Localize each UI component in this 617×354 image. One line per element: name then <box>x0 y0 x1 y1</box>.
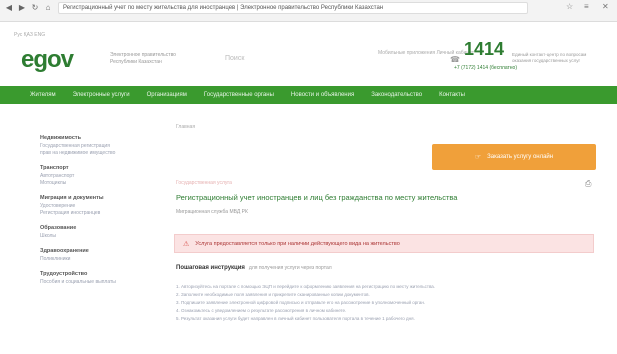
alert-text: Услуга предоставляется только при наличи… <box>195 240 400 247</box>
instruction-step: 4. Ознакомьтесь с уведомлением о результ… <box>176 308 347 313</box>
sidebar-group: Миграция и документы Удостоверение Регис… <box>40 195 150 217</box>
site-header: Рус ҚАЗ ENG Мобильные приложения Личный … <box>0 22 617 84</box>
sidebar-link[interactable]: Автотранспорт <box>40 173 150 180</box>
warning-alert: ⚠ Услуга предоставляется только при нали… <box>174 234 594 253</box>
instruction-step: 5. Результат оказания услуги будет напра… <box>176 316 415 321</box>
main-navigation: Жителям Электронные услуги Организациям … <box>0 86 617 104</box>
nav-item[interactable]: Контакты <box>439 92 465 98</box>
back-icon[interactable]: ◀ <box>4 3 14 13</box>
sidebar-link[interactable]: Удостоверение <box>40 203 150 210</box>
breadcrumb[interactable]: Главная <box>176 124 195 130</box>
sidebar-group: Образование Школы <box>40 225 150 240</box>
phone-icon: ☎ <box>450 55 460 64</box>
instruction-step: 1. Авторизуйтесь на портале с помощью ЭЦ… <box>176 284 436 289</box>
service-kicker: Государственная услуга <box>176 180 232 186</box>
star-icon[interactable]: ☆ <box>566 2 573 11</box>
order-service-label: Заказать услугу онлайн <box>487 154 554 160</box>
section-note: для получения услуги через портал <box>248 265 332 271</box>
sidebar-group-title[interactable]: Здравоохранение <box>40 248 150 254</box>
cursor-icon: ☞ <box>474 154 482 161</box>
section-heading: Пошаговая инструкция для получения услуги… <box>176 265 332 271</box>
egov-logo[interactable]: egov <box>21 46 74 74</box>
browser-toolbar: ◀ ▶ ↻ ⌂ Регистрационный учет по месту жи… <box>0 0 617 22</box>
sidebar-link[interactable]: Государственная регистрация <box>40 143 150 150</box>
service-provider: Миграционная служба МВД РК <box>176 209 248 215</box>
contact-center-number: 1414 <box>464 39 505 59</box>
site-tagline: Электронное правительство Республики Каз… <box>110 52 176 65</box>
address-bar[interactable]: Регистрационный учет по месту жительства… <box>58 2 528 14</box>
sidebar-group-title[interactable]: Миграция и документы <box>40 195 150 201</box>
sidebar-group-title[interactable]: Трудоустройство <box>40 271 150 277</box>
sidebar-link[interactable]: Мотоциклы <box>40 180 150 187</box>
sidebar-group: Недвижимость Государственная регистрация… <box>40 135 150 157</box>
sidebar-group-title[interactable]: Образование <box>40 225 150 231</box>
sidebar-link[interactable]: Пособия и социальные выплаты <box>40 279 150 286</box>
nav-item[interactable]: Законодательство <box>371 92 422 98</box>
sidebar-link[interactable]: Поликлиники <box>40 256 150 263</box>
sidebar-link[interactable]: прав на недвижимое имущество <box>40 150 150 157</box>
category-sidebar: Недвижимость Государственная регистрация… <box>40 135 150 294</box>
sidebar-link[interactable]: Регистрация иностранцев <box>40 210 150 217</box>
search-input[interactable]: Поиск <box>225 55 244 62</box>
instruction-step: 2. Заполните необходимые поля заявления … <box>176 292 370 297</box>
instruction-list: 1. Авторизуйтесь на портале с помощью ЭЦ… <box>176 283 596 323</box>
nav-item[interactable]: Государственные органы <box>204 92 274 98</box>
home-icon[interactable]: ⌂ <box>43 3 53 13</box>
reload-icon[interactable]: ↻ <box>30 3 40 13</box>
instruction-step: 3. Подпишите заявление электронной цифро… <box>176 300 426 305</box>
contact-phone-sub: +7 (7172) 1414 (бесплатно) <box>454 65 517 71</box>
print-icon[interactable]: ⎙ <box>585 179 591 189</box>
nav-item[interactable]: Жителям <box>30 92 56 98</box>
nav-item[interactable]: Новости и объявления <box>291 92 354 98</box>
sidebar-group-title[interactable]: Недвижимость <box>40 135 150 141</box>
sidebar-group: Здравоохранение Поликлиники <box>40 248 150 263</box>
menu-icon[interactable]: ≡ <box>584 2 589 11</box>
close-icon[interactable]: ✕ <box>602 2 609 11</box>
language-switcher[interactable]: Рус ҚАЗ ENG <box>14 32 45 38</box>
sidebar-link[interactable]: Школы <box>40 233 150 240</box>
sidebar-group-title[interactable]: Транспорт <box>40 165 150 171</box>
sidebar-group: Трудоустройство Пособия и социальные вып… <box>40 271 150 286</box>
contact-center-note: Единый контакт-центр по вопросам оказани… <box>512 52 587 63</box>
nav-item[interactable]: Организациям <box>147 92 187 98</box>
warning-icon: ⚠ <box>183 240 190 248</box>
forward-icon[interactable]: ▶ <box>17 3 27 13</box>
page-title: Регистрационный учет иностранцев и лиц б… <box>176 193 458 202</box>
nav-item[interactable]: Электронные услуги <box>73 92 130 98</box>
order-service-button[interactable]: ☞ Заказать услугу онлайн <box>432 144 596 170</box>
sidebar-group: Транспорт Автотранспорт Мотоциклы <box>40 165 150 187</box>
